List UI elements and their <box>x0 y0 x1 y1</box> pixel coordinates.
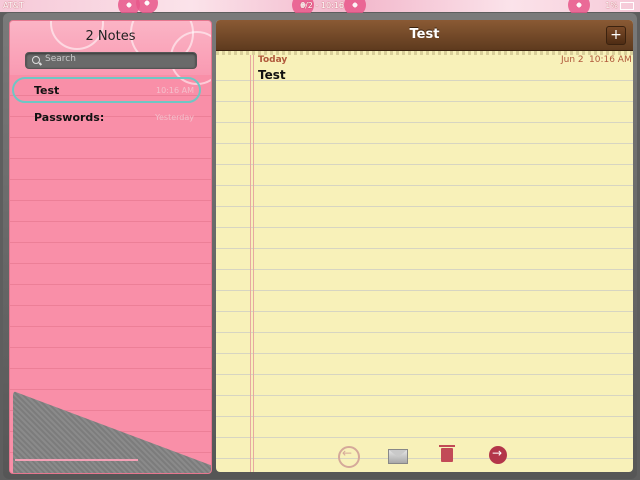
battery-indicator: 1% <box>605 0 634 12</box>
note-editor-panel: Test + Today Jun 2 10:16 AM Test <box>216 20 633 472</box>
search-placeholder: Search <box>45 54 76 64</box>
note-body-text[interactable]: Test <box>258 68 286 82</box>
pocket-stitch <box>15 459 138 461</box>
notes-list-header: 2 Notes Search <box>10 21 211 85</box>
note-header: Test + <box>216 20 633 52</box>
note-time: 10:16 AM <box>589 55 632 65</box>
flower-decoration <box>136 0 158 14</box>
note-title: Test <box>409 27 440 42</box>
selected-note-highlight <box>12 77 201 103</box>
next-icon[interactable] <box>489 446 507 464</box>
battery-icon <box>620 1 634 10</box>
note-day-label: Today <box>258 55 288 65</box>
lined-paper <box>216 60 633 460</box>
margin-line <box>253 55 254 472</box>
status-bar: AT&T 6/2 - 10:16 1% <box>0 0 640 16</box>
search-icon <box>32 56 40 64</box>
note-toolbar <box>216 442 633 470</box>
list-item[interactable]: Passwords: Yesterday <box>22 108 202 128</box>
note-item-time: Yesterday <box>155 113 194 122</box>
margin-line <box>250 55 251 472</box>
carrier-label: AT&T <box>3 1 24 10</box>
search-input[interactable]: Search <box>25 52 197 69</box>
trash-icon[interactable] <box>439 445 455 462</box>
status-time: 6/2 - 10:16 <box>300 1 344 10</box>
mail-icon[interactable] <box>388 449 408 464</box>
previous-icon[interactable] <box>338 446 360 468</box>
note-date: Jun 2 <box>561 55 584 65</box>
notes-count-title: 2 Notes <box>85 29 136 44</box>
battery-percent: 1% <box>605 1 618 10</box>
add-note-button[interactable]: + <box>606 26 626 45</box>
note-item-title: Passwords: <box>34 111 105 124</box>
